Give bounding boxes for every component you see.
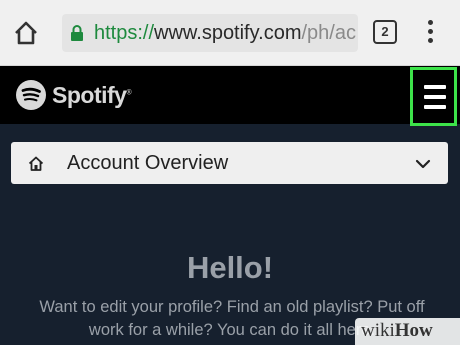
page: https://www.spotify.com/ph/ac 2 Spotify®	[0, 0, 460, 345]
watermark-suffix: How	[394, 320, 433, 341]
home-icon	[28, 156, 44, 171]
lock-icon	[70, 25, 84, 41]
url-path: /ph/ac	[301, 22, 356, 44]
spotify-logo[interactable]: Spotify®	[16, 79, 132, 111]
page-heading: Hello!	[186, 250, 274, 285]
site-header: Spotify®	[0, 66, 460, 124]
brand-name: Spotify®	[52, 81, 132, 109]
address-bar[interactable]: https://www.spotify.com/ph/ac	[62, 14, 358, 52]
chevron-down-icon	[415, 157, 431, 169]
more-vert-icon[interactable]	[424, 20, 436, 46]
brand-text: Spotify	[52, 81, 127, 108]
spotify-logo-icon	[16, 80, 46, 110]
dropdown-label: Account Overview	[67, 152, 229, 174]
tab-count-button[interactable]: 2	[373, 20, 397, 44]
account-overview-dropdown[interactable]: Account Overview	[11, 142, 448, 184]
hamburger-menu-icon[interactable]	[410, 67, 457, 126]
home-icon[interactable]	[12, 20, 40, 46]
url-host: www.spotify.com	[154, 22, 302, 44]
browser-toolbar: https://www.spotify.com/ph/ac 2	[0, 0, 460, 66]
watermark-prefix: wiki	[361, 320, 395, 341]
wikihow-watermark: wikiHow	[355, 318, 460, 345]
url-text: https://www.spotify.com/ph/ac	[94, 22, 356, 44]
registered-mark: ®	[126, 88, 132, 96]
url-scheme: https://	[94, 22, 155, 44]
